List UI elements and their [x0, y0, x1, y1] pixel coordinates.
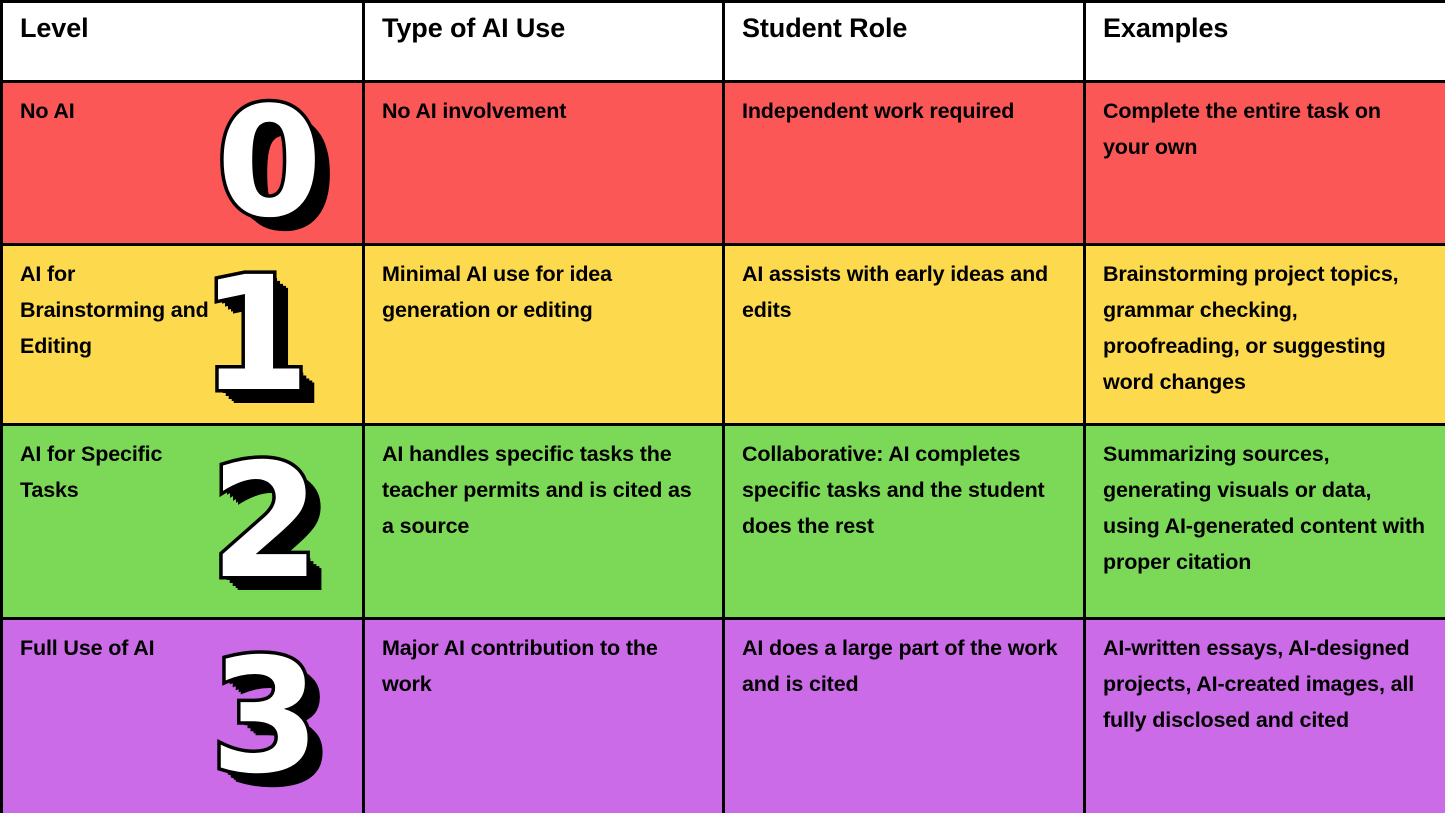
table-body: No AI 0 No AI involvement Independent wo… — [0, 74, 1445, 813]
ai-use-scale-table-figure: Level Type of AI Use Student Role Exampl… — [0, 0, 1445, 813]
column-header-examples: Examples — [1083, 0, 1445, 83]
table-row: Full Use of AI 3 Major AI contribution t… — [0, 617, 1445, 813]
type-cell-1: Minimal AI use for idea generation or ed… — [362, 243, 725, 426]
level-cell-1: AI for Brainstorming and Editing 1 — [0, 242, 365, 427]
header-row: Level Type of AI Use Student Role Exampl… — [0, 0, 1445, 83]
table-header: Level Type of AI Use Student Role Exampl… — [0, 0, 1445, 83]
examples-cell-0: Complete the entire task on your own — [1083, 80, 1445, 246]
table-row: AI for Specific Tasks 2 AI handles speci… — [0, 423, 1445, 620]
level-label: Full Use of AI — [20, 636, 155, 660]
level-cell-3: Full Use of AI 3 — [0, 617, 365, 813]
level-number-badge: 0 — [213, 74, 326, 251]
column-header-level: Level — [0, 0, 365, 83]
level-label: AI for Specific Tasks — [20, 442, 163, 503]
role-cell-2: Collaborative: AI completes specific tas… — [722, 423, 1086, 620]
examples-cell-1: Brainstorming project topics, grammar ch… — [1083, 243, 1445, 426]
examples-cell-2: Summarizing sources, generating visuals … — [1083, 423, 1445, 620]
level-label: AI for Brainstorming and Editing — [20, 262, 209, 359]
column-header-role: Student Role — [722, 0, 1086, 83]
level-cell-0: No AI 0 — [0, 74, 365, 251]
type-cell-2: AI handles specific tasks the teacher pe… — [362, 423, 725, 620]
role-cell-3: AI does a large part of the work and is … — [722, 617, 1086, 813]
level-number-badge: 1 — [197, 242, 314, 427]
role-cell-1: AI assists with early ideas and edits — [722, 243, 1086, 426]
table-row: No AI 0 No AI involvement Independent wo… — [0, 74, 1445, 251]
type-cell-0: No AI involvement — [362, 80, 725, 246]
level-number-badge: 2 — [207, 429, 324, 614]
level-number-badge: 3 — [207, 624, 324, 809]
table-row: AI for Brainstorming and Editing 1 Minim… — [0, 242, 1445, 427]
type-cell-3: Major AI contribution to the work — [362, 617, 725, 813]
ai-use-scale-table: Level Type of AI Use Student Role Exampl… — [0, 0, 1445, 813]
level-label: No AI — [20, 99, 75, 123]
column-header-type: Type of AI Use — [362, 0, 725, 83]
level-cell-2: AI for Specific Tasks 2 — [0, 423, 365, 620]
role-cell-0: Independent work required — [722, 80, 1086, 246]
examples-cell-3: AI-written essays, AI-designed projects,… — [1083, 617, 1445, 813]
